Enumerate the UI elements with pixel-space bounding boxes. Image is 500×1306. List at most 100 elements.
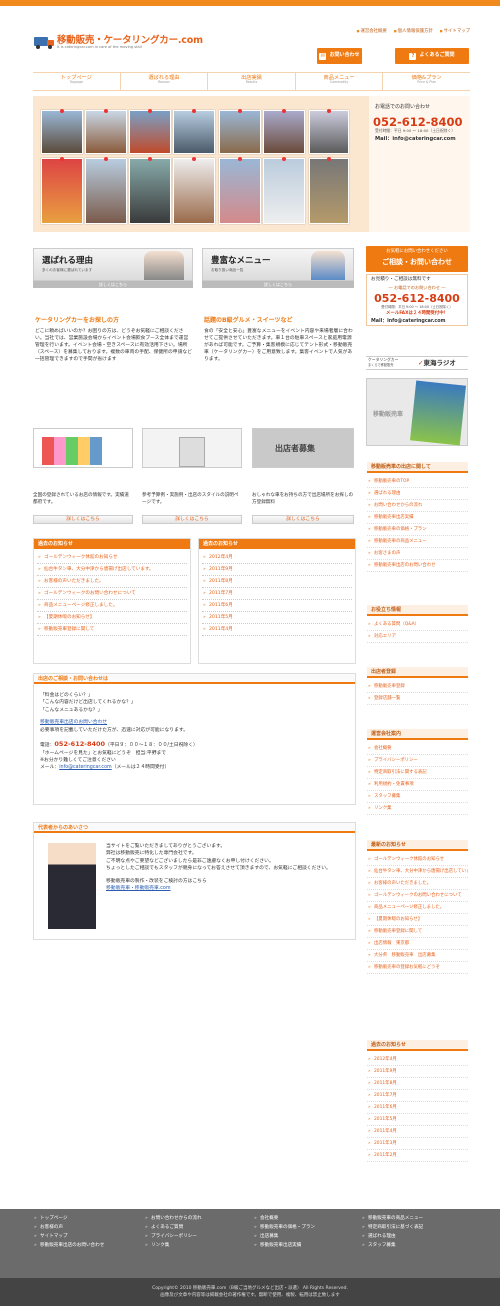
nav-reason[interactable]: 選ばれる理由 Reason <box>119 73 208 90</box>
news-right-item[interactable]: 2011年9月 <box>202 564 352 576</box>
footer-link[interactable]: 会社概要 <box>254 1214 354 1223</box>
footer-link[interactable]: よくあるご質問 <box>145 1223 245 1232</box>
news-right-item[interactable]: 2011年7月 <box>202 588 352 600</box>
sitemap-link[interactable]: サイトマップ <box>440 29 470 35</box>
footer-link[interactable]: お客様の声 <box>34 1223 134 1232</box>
footer-link[interactable]: 移動販売車出店実績 <box>254 1241 354 1250</box>
reason-card-banner[interactable]: 選ばれる理由 多くのお客様に選ばれています <box>33 248 193 281</box>
recruit-thumb[interactable]: 出店者募集 <box>252 428 354 468</box>
side-sec6-item[interactable]: 2012年4月 <box>367 1054 468 1066</box>
side-sec6-item[interactable]: 2011年3月 <box>367 1138 468 1150</box>
side-sec5-item[interactable]: 【夏期休暇のお知らせ】 <box>367 914 468 926</box>
side-sec1-item[interactable]: 移動販売車出店実績 <box>367 512 468 524</box>
side-sec6-item[interactable]: 2011年2月 <box>367 1150 468 1162</box>
calc-detail-button[interactable]: 詳しくはこちら <box>142 515 242 524</box>
nav-sublabel: Commodity <box>329 80 349 85</box>
footer-link[interactable]: サイトマップ <box>34 1232 134 1241</box>
side-sec4-item[interactable]: 特定商取引法に関する表記 <box>367 767 468 779</box>
footer-link[interactable]: 移動販売車出店のお問い合わせ <box>34 1241 134 1250</box>
side-sec6-item[interactable]: 2011年4月 <box>367 1126 468 1138</box>
side-sec5-item[interactable]: 仙台牛タン車、大分中津から唐揚げ出店しています。 <box>367 866 468 878</box>
reason-more-link[interactable]: 詳しくはこちら <box>33 281 193 288</box>
side-sec5-item[interactable]: 移動販売車登録に関して <box>367 926 468 938</box>
woman-photo <box>144 251 184 280</box>
side-mail[interactable]: Mail：info@cateringcar.com <box>371 319 446 326</box>
side-sec1-item[interactable]: 移動販売車の価格・プラン <box>367 524 468 536</box>
side-sec1-item[interactable]: お問い合わせからの流れ <box>367 500 468 512</box>
side-sec6-item[interactable]: 2011年6月 <box>367 1102 468 1114</box>
side-sec4-item[interactable]: プライバシーポリシー <box>367 755 468 767</box>
menu-card-banner[interactable]: 豊富なメニュー お取り扱い商品一覧 <box>202 248 354 281</box>
news-left-item[interactable]: 【夏期休暇のお知らせ】 <box>37 612 187 624</box>
side-sec6-item[interactable]: 2011年9月 <box>367 1066 468 1078</box>
news-right-item[interactable]: 2011年4月 <box>202 624 352 636</box>
footer-link[interactable]: プライバシーポリシー <box>145 1232 245 1241</box>
footer-link[interactable]: リンク集 <box>145 1241 245 1250</box>
nav-price[interactable]: 価格&プラン Price & Plan <box>382 73 470 90</box>
footer-link[interactable]: 移動販売車の商品メニュー <box>362 1214 462 1223</box>
faq-button[interactable]: ? よくあるご質問 <box>395 48 469 64</box>
side-sec4-item[interactable]: 利用規約・免責事項 <box>367 779 468 791</box>
greeting-p5: 移動販売車の製作・改装をご検討の方はこちら <box>106 878 207 884</box>
side-sec5-item[interactable]: 移動販売車の登録お気軽にどうぞ <box>367 962 468 974</box>
side-sec5-item[interactable]: 大分県 移動販売車 出店募集 <box>367 950 468 962</box>
consult-link[interactable]: 移動販売車出店のお問い合わせ <box>40 720 107 725</box>
news-left-item[interactable]: ゴールデンウィークのお問い合わせについて <box>37 588 187 600</box>
news-right-item[interactable]: 2011年5月 <box>202 612 352 624</box>
side-sec4-item[interactable]: スタッフ募集 <box>367 791 468 803</box>
side-sec2-item[interactable]: よくある質問（Q&A） <box>367 619 468 631</box>
side-sec6-item[interactable]: 2011年8月 <box>367 1078 468 1090</box>
side-sec1-item[interactable]: お客さまの声 <box>367 548 468 560</box>
side-sec5-item[interactable]: お客様の声いただきました。 <box>367 878 468 890</box>
consult-tel[interactable]: 052-612-8400 <box>54 740 105 748</box>
side-sec5-item[interactable]: ゴールデンウィーク休館のお知らせ <box>367 854 468 866</box>
site-logo[interactable]: 移動販売・ケータリングカー.com It is cateringcar.com … <box>34 35 203 50</box>
company-link[interactable]: 運営会社概要 <box>357 29 386 35</box>
side-sec6-item[interactable]: 2011年7月 <box>367 1090 468 1102</box>
book-banner[interactable]: 移動販売車 <box>366 378 468 446</box>
side-sec5-item[interactable]: 出店情報 東京都 <box>367 938 468 950</box>
side-sec3-item[interactable]: 登録店舗一覧 <box>367 693 468 705</box>
side-sec1-item[interactable]: 移動販売車出店のお問い合わせ <box>367 560 468 572</box>
side-sec5-item[interactable]: ゴールデンウィークのお問い合わせについて <box>367 890 468 902</box>
side-sec4-item[interactable]: リンク集 <box>367 803 468 815</box>
side-sec1-item[interactable]: 移動販売車の商品メニュー <box>367 536 468 548</box>
side-sec1-item[interactable]: 選ばれる理由 <box>367 488 468 500</box>
news-left-item[interactable]: 移動販売車登録に関して <box>37 624 187 636</box>
side-sec2-item[interactable]: 対応エリア <box>367 631 468 643</box>
side-contact-banner[interactable]: お気軽にお問い合わせください ご相談・お問い合わせ <box>366 246 468 272</box>
news-right-item[interactable]: 2011年6月 <box>202 600 352 612</box>
nav-top[interactable]: トップページ Toppage <box>33 73 120 90</box>
radio-banner[interactable]: ケータリングカー まくらで移動販売 ✓東海ラジオ <box>366 356 468 370</box>
side-sec4-item[interactable]: 会社概要 <box>367 743 468 755</box>
news-left-item[interactable]: ゴールデンウィーク休館のお知らせ <box>37 552 187 564</box>
news-left-item[interactable]: お客様の声いただきました。 <box>37 576 187 588</box>
contact-button[interactable]: ✉ お問い合わせ <box>317 48 362 64</box>
news-right-item[interactable]: 2012年4月 <box>202 552 352 564</box>
side-sec1-item[interactable]: 移動販売車のTOP <box>367 476 468 488</box>
hero-mail[interactable]: Mail：info@cateringcar.com <box>375 136 456 144</box>
news-left-item[interactable]: 商品メニューページ修正しました。 <box>37 600 187 612</box>
footer-link[interactable]: 出店募集 <box>254 1232 354 1241</box>
side-sec3-item[interactable]: 移動販売車登録 <box>367 681 468 693</box>
consult-mail[interactable]: info@cateringcar.com <box>59 765 111 770</box>
news-right-item[interactable]: 2011年8月 <box>202 576 352 588</box>
footer-link[interactable]: 移動販売車の価格・プラン <box>254 1223 354 1232</box>
calculator-thumb[interactable] <box>142 428 242 468</box>
side-sec5-item[interactable]: 商品メニューページ修正しました。 <box>367 902 468 914</box>
nav-commodity[interactable]: 商品メニュー Commodity <box>294 73 383 90</box>
footer-link[interactable]: お問い合わせからの流れ <box>145 1214 245 1223</box>
greeting-link[interactable]: 移動販売車・移動販売車.com <box>106 885 346 892</box>
store-detail-button[interactable]: 詳しくはこちら <box>33 515 133 524</box>
side-sec6-item[interactable]: 2011年5月 <box>367 1114 468 1126</box>
footer-link[interactable]: 選ばれる理由 <box>362 1232 462 1241</box>
store-map-thumb[interactable] <box>33 428 133 468</box>
news-left-item[interactable]: 仙台牛タン車、大分中津から唐揚げ出店しています。 <box>37 564 187 576</box>
footer-link[interactable]: スタッフ募集 <box>362 1241 462 1250</box>
footer-link[interactable]: トップページ <box>34 1214 134 1223</box>
footer-link[interactable]: 特定商取引法に基づく表記 <box>362 1223 462 1232</box>
menu-more-link[interactable]: 詳しくはこちら <box>202 281 354 288</box>
privacy-link[interactable]: 個人情報保護方針 <box>394 29 433 35</box>
recruit-detail-button[interactable]: 詳しくはこちら <box>252 515 354 524</box>
nav-results[interactable]: 出店実績 Results <box>207 73 295 90</box>
